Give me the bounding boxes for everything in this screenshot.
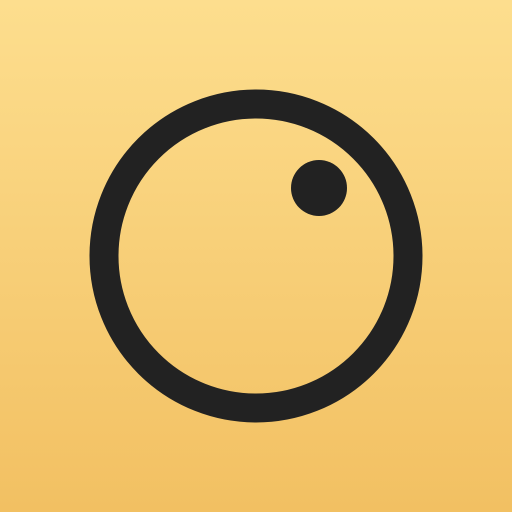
dot-icon	[291, 160, 347, 216]
app-icon-artwork	[0, 0, 512, 512]
icon-background	[0, 0, 512, 512]
app-icon	[0, 0, 512, 512]
